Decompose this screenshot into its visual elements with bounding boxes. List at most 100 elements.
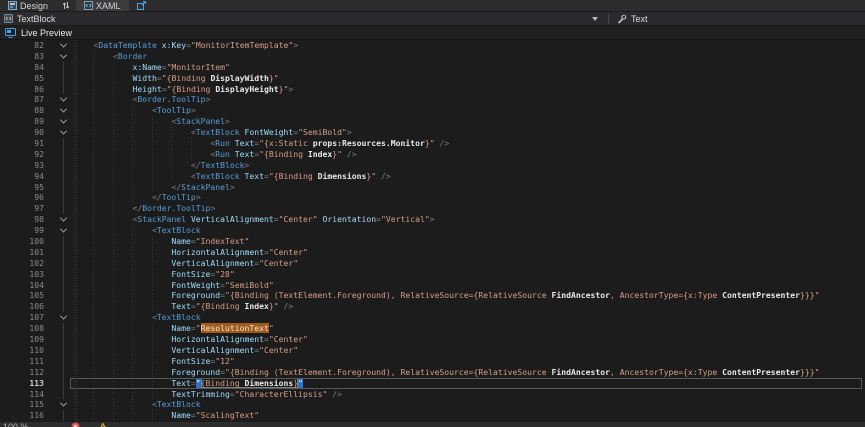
code-token: ": [298, 378, 303, 388]
indent-guide: [93, 301, 112, 312]
zoom-level[interactable]: 100 %: [3, 422, 29, 427]
code-line-83[interactable]: 83<Border: [0, 51, 865, 62]
code-line-109[interactable]: 109HorizontalAlignment="Center": [0, 334, 865, 345]
code-line-110[interactable]: 110VerticalAlignment="Center": [0, 345, 865, 356]
code-line-91[interactable]: 91<Run Text="{x:Static props:Resources.M…: [0, 138, 865, 149]
code-token: "12": [215, 356, 235, 366]
code-line-82[interactable]: 82<DataTemplate x:Key="MonitorItemTempla…: [0, 40, 865, 51]
fold-scope-line: [52, 356, 74, 367]
line-number: 106: [0, 301, 52, 312]
element-combo[interactable]: TextBlock: [0, 12, 604, 25]
indent-guide: [74, 203, 93, 214]
code-line-103[interactable]: 103FontSize="28": [0, 269, 865, 280]
indent-guide: [152, 323, 171, 334]
code-token: HorizontalAlignment: [171, 334, 264, 344]
breadcrumb-separator: [608, 14, 609, 24]
indent-guide: [74, 182, 93, 193]
fold-scope-line: [52, 171, 74, 182]
live-preview-bar[interactable]: Live Preview: [0, 26, 865, 40]
indent-guide: [74, 247, 93, 258]
fold-chevron-icon[interactable]: [52, 225, 74, 236]
code-line-89[interactable]: 89<StackPanel>: [0, 116, 865, 127]
property-combo[interactable]: Text: [617, 12, 648, 25]
indent-guide: [132, 225, 151, 236]
code-line-116[interactable]: 116Name="ScalingText": [0, 410, 865, 421]
fold-scope-line: [52, 247, 74, 258]
code-line-86[interactable]: 86Height="{Binding DisplayHeight}">: [0, 84, 865, 95]
indent-guide: [74, 84, 93, 95]
indent-guide: [152, 389, 171, 400]
fold-chevron-icon[interactable]: [52, 94, 74, 105]
indent-guide: [74, 160, 93, 171]
code-line-100[interactable]: 100Name="IndexText": [0, 236, 865, 247]
fold-chevron-icon[interactable]: [52, 51, 74, 62]
code-line-87[interactable]: 87<Border.ToolTip>: [0, 94, 865, 105]
dropdown-arrow-icon[interactable]: [592, 17, 598, 21]
code-line-107[interactable]: 107<TextBlock: [0, 312, 865, 323]
indent-guide: [132, 399, 151, 410]
code-token: "{x:Static: [259, 138, 313, 148]
indent-guide: [113, 203, 132, 214]
code-line-115[interactable]: 115<TextBlock: [0, 399, 865, 410]
indent-guide: [132, 149, 151, 160]
code-line-92[interactable]: 92<Run Text="{Binding Index}" />: [0, 149, 865, 160]
indent-guide: [113, 345, 132, 356]
indent-guide: [113, 290, 132, 301]
indent-guide: [113, 192, 132, 203]
code-line-96[interactable]: 96</ToolTip>: [0, 192, 865, 203]
fold-chevron-icon[interactable]: [52, 399, 74, 410]
code-token: "{Binding (TextElement.Foreground), Rela…: [225, 367, 551, 377]
code-line-104[interactable]: 104FontWeight="SemiBold": [0, 280, 865, 291]
popout-button[interactable]: [129, 0, 155, 11]
indent-guide: [113, 356, 132, 367]
tab-design[interactable]: Design: [0, 0, 56, 11]
code-line-112[interactable]: 112Foreground="{Binding (TextElement.For…: [0, 367, 865, 378]
code-line-113[interactable]: 113Text="{Binding Dimensions}": [0, 378, 865, 389]
code-line-88[interactable]: 88<ToolTip>: [0, 105, 865, 116]
code-token: </: [132, 203, 142, 213]
indent-guide: [132, 138, 151, 149]
code-line-85[interactable]: 85Width="{Binding DisplayWidth}": [0, 73, 865, 84]
code-line-105[interactable]: 105Foreground="{Binding (TextElement.For…: [0, 290, 865, 301]
line-number: 103: [0, 269, 52, 280]
code-line-90[interactable]: 90<TextBlock FontWeight="SemiBold">: [0, 127, 865, 138]
fold-chevron-icon[interactable]: [52, 105, 74, 116]
code-line-98[interactable]: 98<StackPanel VerticalAlignment="Center"…: [0, 214, 865, 225]
code-line-102[interactable]: 102VerticalAlignment="Center": [0, 258, 865, 269]
code-token: Name: [171, 410, 191, 420]
indent-guide: [93, 389, 112, 400]
fold-chevron-icon[interactable]: [52, 312, 74, 323]
fold-chevron-icon[interactable]: [52, 127, 74, 138]
code-line-99[interactable]: 99<TextBlock: [0, 225, 865, 236]
code-editor[interactable]: 82<DataTemplate x:Key="MonitorItemTempla…: [0, 40, 865, 427]
fold-chevron-icon[interactable]: [52, 214, 74, 225]
code-text: <Border: [74, 51, 865, 62]
code-line-111[interactable]: 111FontSize="12": [0, 356, 865, 367]
code-line-106[interactable]: 106Text="{Binding Index}" />: [0, 301, 865, 312]
code-line-93[interactable]: 93</TextBlock>: [0, 160, 865, 171]
code-token: Border.ToolTip: [137, 94, 205, 104]
code-token: "SemiBold": [225, 280, 274, 290]
code-line-101[interactable]: 101HorizontalAlignment="Center": [0, 247, 865, 258]
indent-guide: [113, 116, 132, 127]
indent-guide: [74, 399, 93, 410]
fold-chevron-icon[interactable]: [52, 116, 74, 127]
indent-guide: [93, 367, 112, 378]
code-token: "IndexText": [196, 236, 250, 246]
fold-chevron-icon[interactable]: [52, 40, 74, 51]
code-line-94[interactable]: 94<TextBlock Text="{Binding Dimensions}"…: [0, 171, 865, 182]
code-text: <TextBlock: [74, 312, 865, 323]
fold-scope-line: [52, 160, 74, 171]
tab-xaml[interactable]: XAML: [76, 0, 129, 11]
error-icon[interactable]: [71, 422, 80, 427]
warning-icon[interactable]: [98, 422, 108, 427]
line-number: 101: [0, 247, 52, 258]
code-token: "{Binding: [196, 301, 245, 311]
code-line-97[interactable]: 97</Border.ToolTip>: [0, 203, 865, 214]
code-line-108[interactable]: 108Name="ResolutionText": [0, 323, 865, 334]
code-line-84[interactable]: 84x:Name="MonitorItem": [0, 62, 865, 73]
code-text: <TextBlock FontWeight="SemiBold">: [74, 127, 865, 138]
swap-panes-button[interactable]: [56, 0, 76, 11]
code-line-114[interactable]: 114TextTrimming="CharacterEllipsis" />: [0, 389, 865, 400]
code-line-95[interactable]: 95</StackPanel>: [0, 182, 865, 193]
